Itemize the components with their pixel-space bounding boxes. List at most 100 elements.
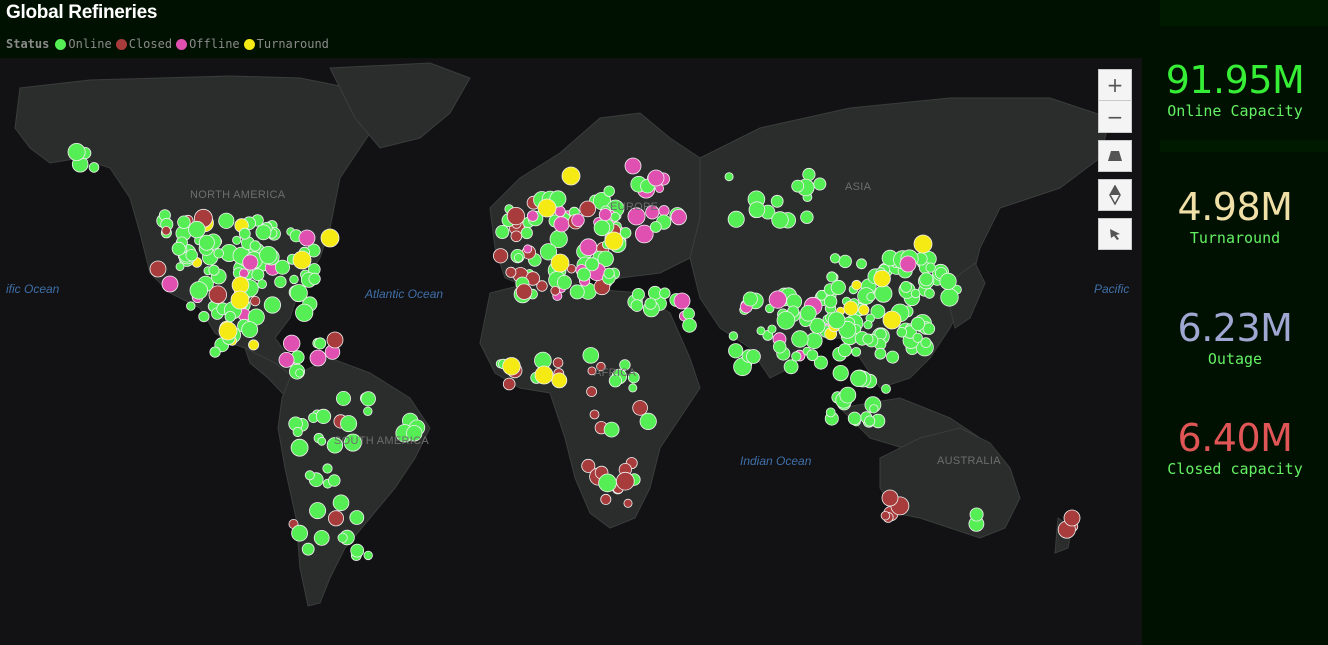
refinery-marker[interactable] [604,231,624,251]
refinery-marker[interactable] [188,220,206,239]
refinery-marker[interactable] [274,275,287,289]
refinery-marker[interactable] [880,511,891,521]
refinery-marker[interactable] [873,269,891,288]
refinery-marker[interactable] [589,409,600,420]
refinery-marker[interactable] [513,253,524,263]
refinery-marker[interactable] [585,257,600,272]
refinery-marker[interactable] [309,349,327,367]
refinery-marker[interactable] [263,296,281,314]
refinery-marker[interactable] [175,262,185,272]
refinery-marker[interactable] [899,255,917,273]
refinery-marker[interactable] [248,339,260,351]
refinery-marker[interactable] [317,436,327,446]
refinery-marker[interactable] [826,271,838,283]
refinery-marker[interactable] [791,330,809,348]
refinery-marker[interactable] [257,279,268,290]
refinery-marker[interactable] [326,331,344,349]
refinery-marker[interactable] [624,157,642,175]
refinery-marker[interactable] [969,507,984,522]
compass-button[interactable] [1098,179,1132,211]
refinery-marker[interactable] [579,200,596,218]
refinery-marker[interactable] [773,340,787,354]
refinery-marker[interactable] [843,300,859,316]
refinery-marker[interactable] [523,244,533,254]
refinery-marker[interactable] [682,307,695,320]
refinery-marker[interactable] [603,267,615,279]
refinery-marker[interactable] [579,238,598,257]
refinery-marker[interactable] [791,351,802,362]
refinery-marker[interactable] [864,415,876,427]
refinery-marker[interactable] [858,304,870,316]
refinery-marker[interactable] [301,542,315,556]
refinery-marker[interactable] [520,226,533,240]
refinery-marker[interactable] [289,274,299,285]
refinery-marker[interactable] [770,194,784,208]
refinery-marker[interactable] [550,253,570,273]
refinery-marker[interactable] [830,279,846,296]
refinery-marker[interactable] [340,415,358,433]
refinery-marker[interactable] [623,498,633,508]
refinery-marker[interactable] [526,210,539,222]
refinery-marker[interactable] [363,550,373,561]
refinery-marker[interactable] [939,272,957,290]
refinery-marker[interactable] [337,532,348,543]
refinery-marker[interactable] [259,246,278,265]
refinery-marker[interactable] [748,201,766,219]
refinery-marker[interactable] [582,347,600,364]
refinery-marker[interactable] [209,346,221,358]
refinery-marker[interactable] [322,463,333,474]
refinery-marker[interactable] [776,311,796,330]
refinery-marker[interactable] [724,172,734,182]
refinery-marker[interactable] [746,349,761,364]
refinery-marker[interactable] [851,279,862,291]
refinery-marker[interactable] [783,359,799,375]
refinery-marker[interactable] [598,473,617,493]
refinery-marker[interactable] [327,510,344,527]
refinery-marker[interactable] [874,284,893,303]
refinery-marker[interactable] [874,347,887,360]
refinery-marker[interactable] [728,343,744,359]
refinery-marker[interactable] [586,386,597,398]
refinery-marker[interactable] [863,320,873,330]
refinery-marker[interactable] [360,391,376,407]
refinery-marker[interactable] [571,213,585,228]
refinery-marker[interactable] [647,169,665,187]
refinery-marker[interactable] [610,211,621,222]
refinery-marker[interactable] [630,299,644,312]
refinery-marker[interactable] [557,274,572,290]
refinery-marker[interactable] [332,494,350,512]
refinery-marker[interactable] [832,364,849,382]
refinery-marker[interactable] [320,228,340,248]
refinery-marker[interactable] [242,254,259,271]
refinery-marker[interactable] [593,219,611,237]
refinery-marker[interactable] [250,296,261,307]
refinery-marker[interactable] [241,321,259,339]
refinery-marker[interactable] [659,287,671,299]
refinery-marker[interactable] [569,284,585,300]
refinery-marker[interactable] [856,258,867,270]
refinery-marker[interactable] [632,400,648,416]
refinery-marker[interactable] [502,377,516,391]
refinery-marker[interactable] [825,407,836,418]
refinery-marker[interactable] [869,404,879,414]
legend-item-closed[interactable]: Closed [115,37,172,51]
refinery-marker[interactable] [850,369,868,387]
refinery-marker[interactable] [806,349,819,362]
refinery-marker[interactable] [881,489,899,507]
refinery-marker[interactable] [283,334,301,353]
refinery-marker[interactable] [230,290,250,310]
refinery-marker[interactable] [919,272,934,287]
refinery-marker[interactable] [198,311,210,323]
refinery-marker[interactable] [827,311,846,330]
refinery-marker[interactable] [502,357,521,376]
refinery-marker[interactable] [249,240,261,252]
refinery-marker[interactable] [232,235,242,245]
refinery-marker[interactable] [308,272,321,285]
refinery-marker[interactable] [274,259,290,275]
refinery-marker[interactable] [896,326,908,338]
refinery-marker[interactable] [756,326,766,336]
refinery-marker[interactable] [295,368,305,378]
zoom-out-button[interactable]: − [1098,101,1132,133]
refinery-marker[interactable] [315,408,332,424]
refinery-marker[interactable] [767,324,777,334]
